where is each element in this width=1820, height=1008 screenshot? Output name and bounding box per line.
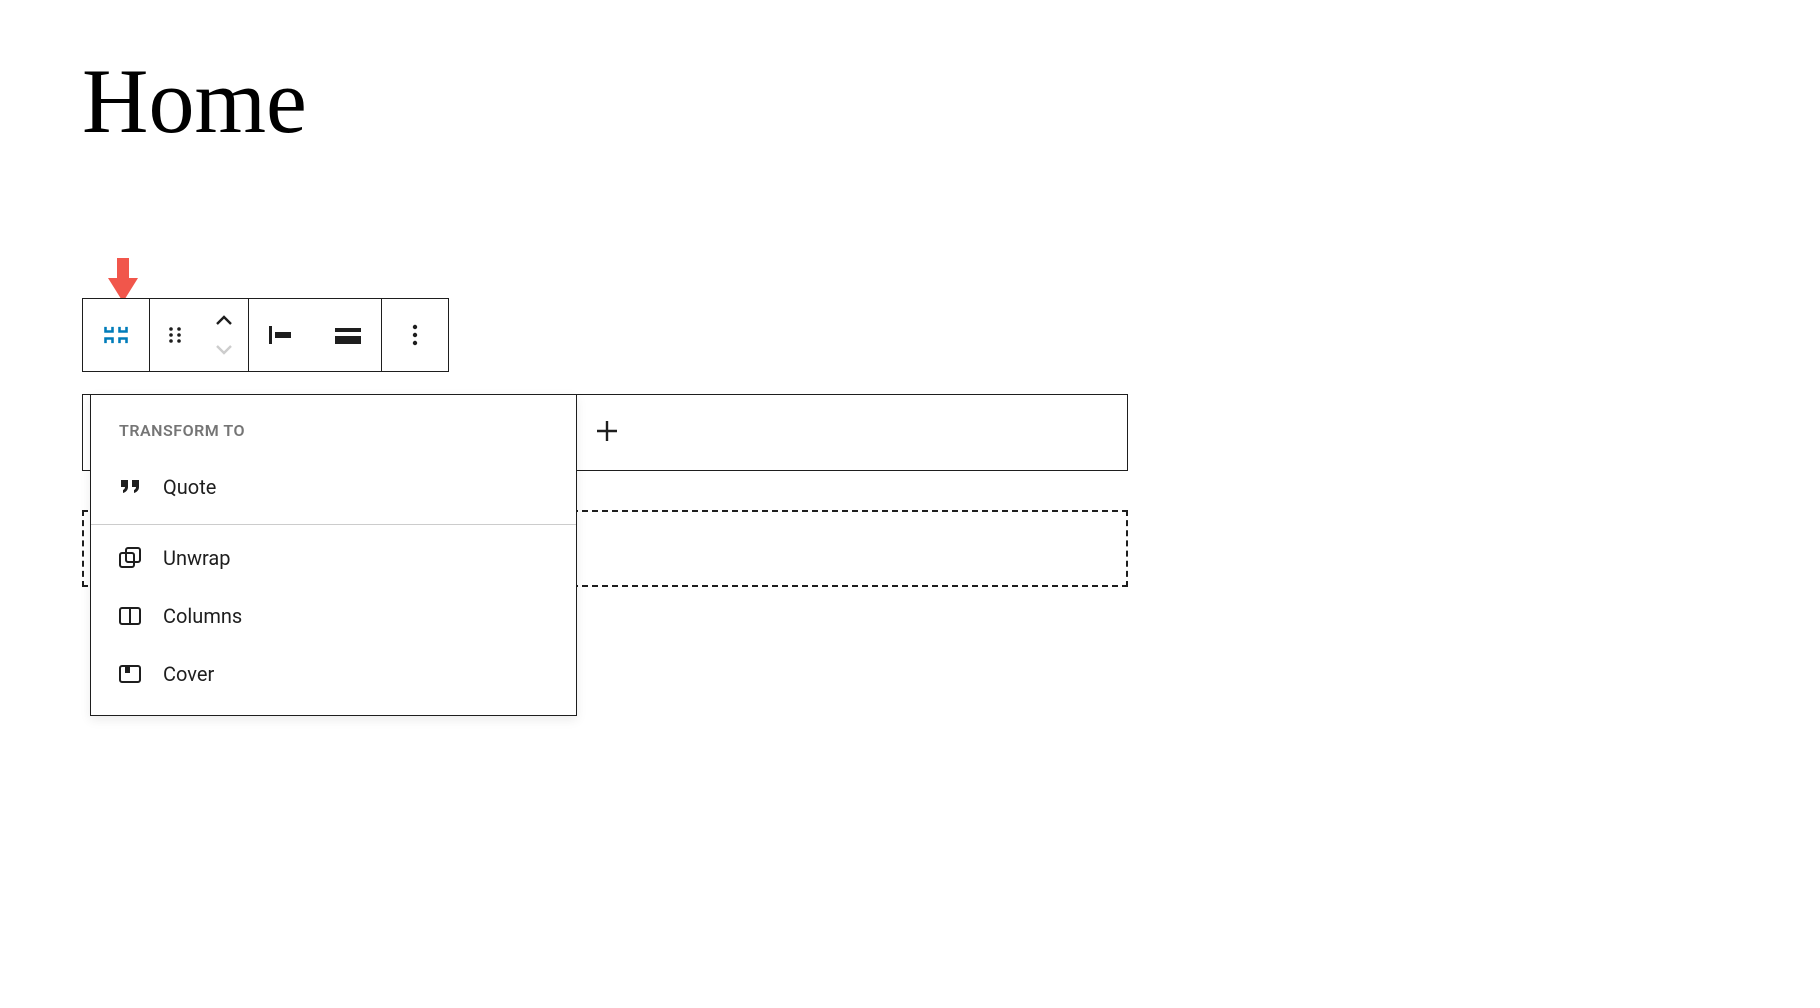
block-type-button[interactable]: [83, 299, 149, 371]
transform-option-label: Columns: [163, 604, 242, 628]
move-down-button[interactable]: [215, 335, 233, 363]
toolbar-group-more: [382, 299, 448, 371]
toolbar-group-align: [249, 299, 382, 371]
move-up-button[interactable]: [215, 307, 233, 335]
transform-option-columns[interactable]: Columns: [91, 587, 576, 645]
transform-option-cover[interactable]: Cover: [91, 645, 576, 703]
dropdown-separator: [91, 524, 576, 525]
drag-handle-button[interactable]: [150, 299, 200, 371]
page-title: Home: [82, 48, 307, 154]
columns-icon: [115, 601, 145, 631]
transform-option-label: Cover: [163, 662, 214, 686]
toolbar-group-block-type: [83, 299, 150, 371]
toolbar-group-movers: [150, 299, 249, 371]
cover-icon: [115, 659, 145, 689]
transform-dropdown: Transform to Quote Unwrap Columns: [90, 394, 577, 716]
move-buttons: [200, 299, 248, 371]
add-block-button[interactable]: [592, 416, 622, 446]
align-wide-button[interactable]: [315, 299, 381, 371]
quote-icon: [115, 472, 145, 502]
transform-header: Transform to: [91, 395, 576, 458]
more-options-button[interactable]: [382, 299, 448, 371]
align-left-button[interactable]: [249, 299, 315, 371]
block-toolbar: [82, 298, 449, 372]
transform-option-unwrap[interactable]: Unwrap: [91, 529, 576, 587]
unwrap-icon: [115, 543, 145, 573]
transform-option-label: Quote: [163, 475, 216, 499]
transform-option-label: Unwrap: [163, 546, 231, 570]
transform-option-quote[interactable]: Quote: [91, 458, 576, 516]
